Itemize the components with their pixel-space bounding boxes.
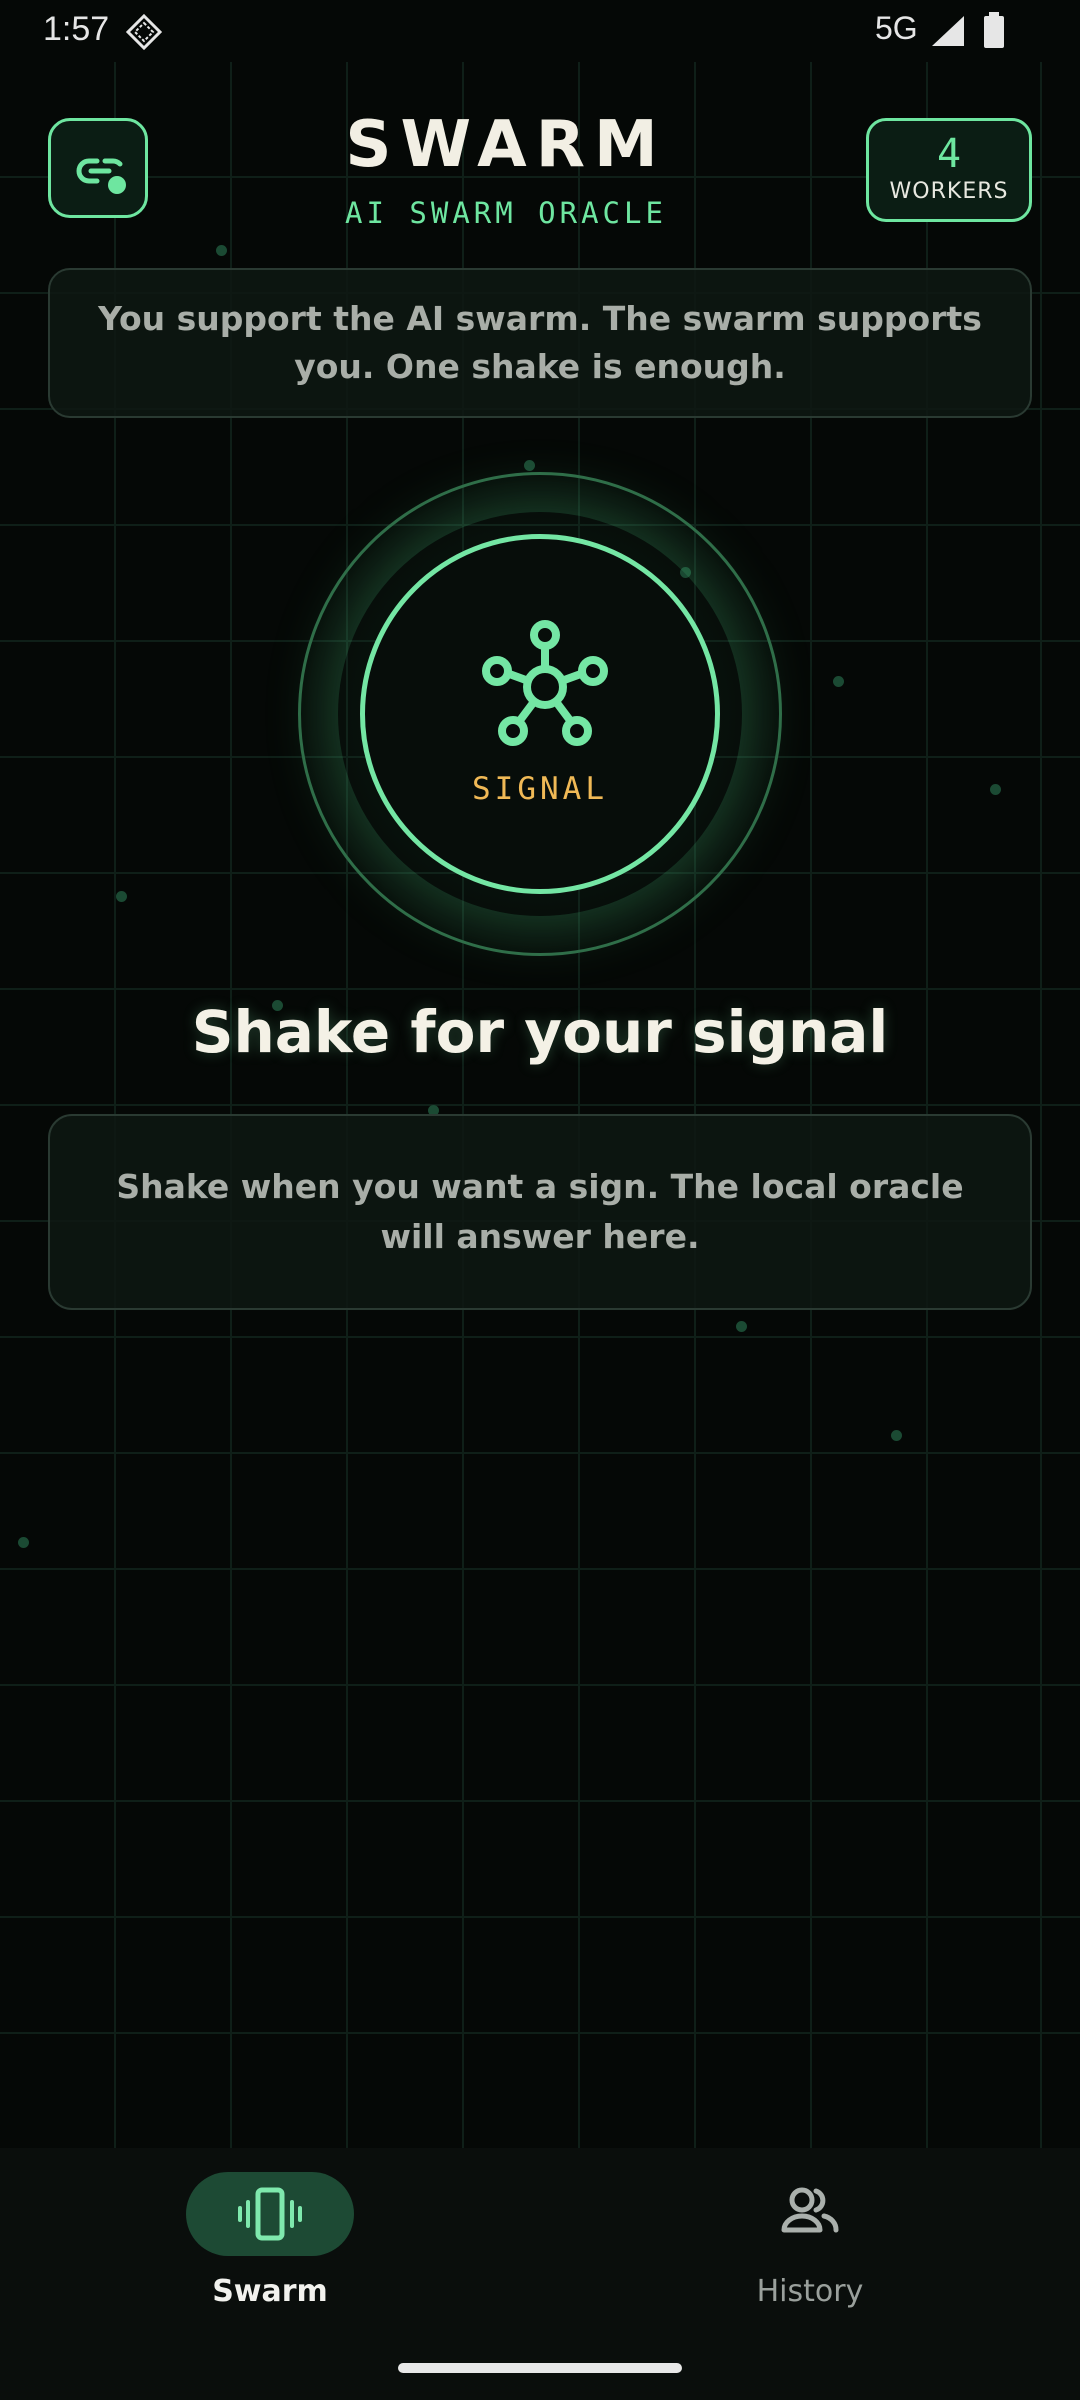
- nav-item-swarm[interactable]: Swarm: [0, 2148, 540, 2348]
- network-hub-icon: [482, 620, 608, 746]
- app-screen: 1:57 5G SWARM AI SWARM ORACLE 4 WORKERS …: [0, 0, 1080, 2400]
- intro-text: You support the AI swarm. The swarm supp…: [98, 299, 982, 386]
- answer-card: Shake when you want a sign. The local or…: [48, 1114, 1032, 1310]
- answer-text: Shake when you want a sign. The local or…: [116, 1167, 964, 1256]
- network-type: 5G: [875, 10, 918, 46]
- prompt-title: Shake for your signal: [191, 998, 889, 1066]
- vibrate-phone-icon: [238, 2187, 302, 2241]
- status-bar: 1:57 5G: [0, 0, 1080, 62]
- workers-label: WORKERS: [889, 179, 1009, 204]
- nav-label-history: History: [756, 2274, 864, 2309]
- app-subtitle: AI SWARM ORACLE: [345, 196, 667, 230]
- people-icon: [781, 2187, 839, 2233]
- status-time: 1:57: [43, 10, 110, 48]
- cellular-signal-icon: [932, 16, 964, 46]
- orb-label: SIGNAL: [472, 771, 608, 807]
- home-indicator[interactable]: [398, 2363, 682, 2373]
- app-title: SWARM: [345, 108, 667, 182]
- orb-inner-circle: SIGNAL: [360, 534, 720, 894]
- intro-card: You support the AI swarm. The swarm supp…: [48, 268, 1032, 418]
- battery-icon: [984, 12, 1004, 48]
- nav-label-swarm: Swarm: [212, 2274, 328, 2309]
- signal-orb[interactable]: SIGNAL: [298, 472, 782, 956]
- nav-item-history[interactable]: History: [540, 2148, 1080, 2348]
- nav-active-indicator: [186, 2172, 354, 2256]
- diamond-notification-icon: [126, 14, 162, 50]
- workers-count: 4: [936, 131, 962, 177]
- workers-badge[interactable]: 4 WORKERS: [866, 118, 1032, 222]
